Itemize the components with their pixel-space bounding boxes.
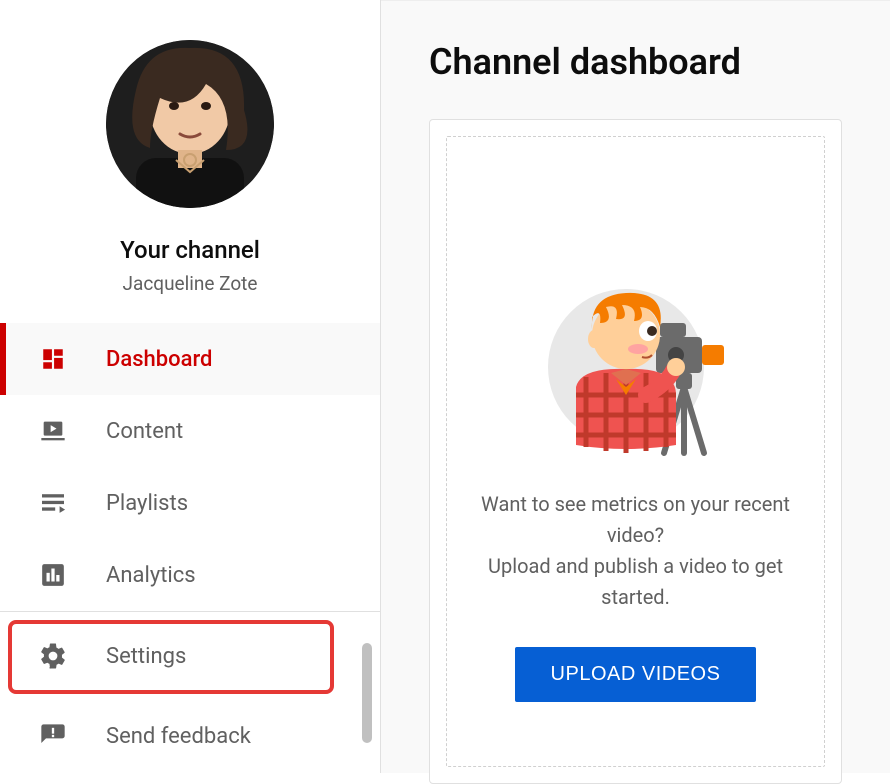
page-title: Channel dashboard [429, 1, 842, 119]
sidebar-item-label: Playlists [106, 491, 188, 516]
gear-icon [38, 641, 68, 671]
channel-heading: Your channel [0, 236, 380, 264]
playlists-icon [38, 488, 68, 518]
sidebar-item-settings[interactable]: Settings [0, 612, 380, 700]
sidebar-item-content[interactable]: Content [0, 395, 380, 467]
sidebar-item-analytics[interactable]: Analytics [0, 539, 380, 611]
sidebar-item-dashboard[interactable]: Dashboard [0, 323, 380, 395]
camera-person-illustration [526, 277, 746, 461]
avatar[interactable] [106, 40, 274, 208]
sidebar-item-label: Dashboard [106, 347, 212, 372]
dashboard-icon [38, 344, 68, 374]
sidebar-item-playlists[interactable]: Playlists [0, 467, 380, 539]
profile-section: Your channel Jacqueline Zote [0, 0, 380, 323]
sidebar-item-label: Content [106, 419, 183, 444]
sidebar-item-label: Settings [106, 644, 186, 669]
sidebar-item-label: Analytics [106, 563, 196, 588]
empty-state-text: Want to see metrics on your recent video… [471, 489, 800, 613]
sidebar: Your channel Jacqueline Zote Dashboard C… [0, 0, 381, 773]
main-content: Channel dashboard [381, 0, 890, 773]
upload-videos-button[interactable]: UPLOAD VIDEOS [515, 647, 757, 702]
analytics-icon [38, 560, 68, 590]
channel-name: Jacqueline Zote [0, 272, 380, 295]
feedback-icon [38, 721, 68, 751]
sidebar-nav: Dashboard Content Playlists Analytics [0, 323, 380, 611]
dashboard-card: Want to see metrics on your recent video… [429, 119, 842, 784]
content-icon [38, 416, 68, 446]
sidebar-item-feedback[interactable]: Send feedback [0, 700, 380, 772]
sidebar-item-label: Send feedback [106, 724, 251, 749]
empty-state: Want to see metrics on your recent video… [446, 136, 825, 767]
sidebar-footer: Settings Send feedback [0, 611, 380, 772]
